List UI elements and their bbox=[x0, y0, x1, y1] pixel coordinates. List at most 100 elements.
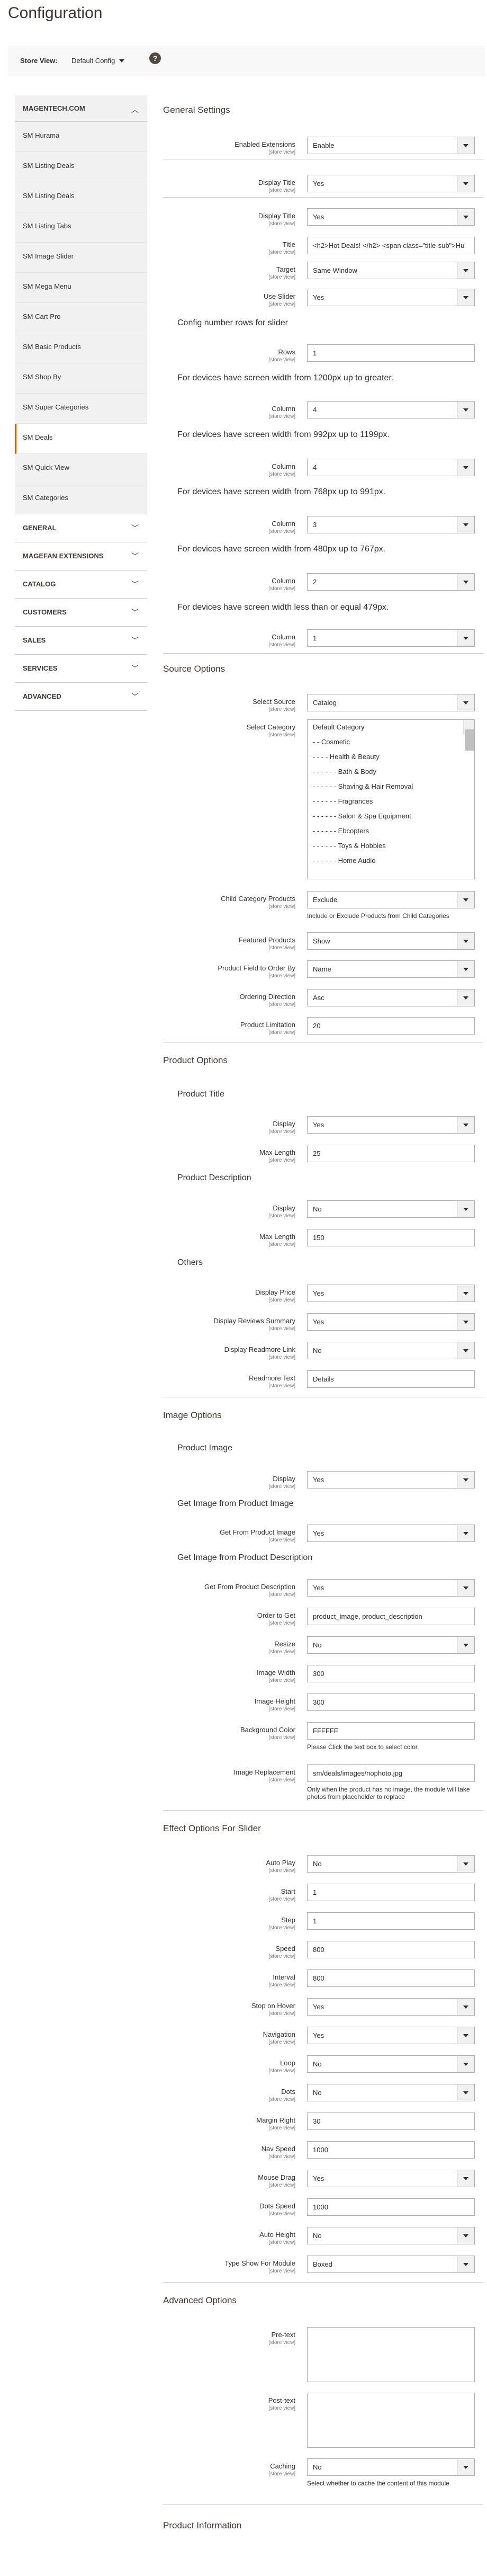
input-start[interactable]: 1 bbox=[307, 1884, 475, 1901]
select-featured[interactable]: Show bbox=[307, 932, 475, 950]
input-image_height[interactable]: 300 bbox=[307, 1693, 475, 1711]
category-option[interactable]: - - - - - - Fragrances bbox=[308, 794, 474, 809]
category-option[interactable]: - - - - Health & Beauty bbox=[308, 750, 474, 764]
scrollbar-thumb[interactable] bbox=[465, 729, 474, 751]
sidebar-tab-services[interactable]: SERVICES ﹀ bbox=[15, 655, 147, 683]
category-option[interactable]: - - - - - - Toys & Hobbies bbox=[308, 839, 474, 853]
select-category-list[interactable]: Default Category - - Cosmetic - - - - Heal… bbox=[307, 719, 475, 879]
sidebar-tab-general[interactable]: GENERAL ﹀ bbox=[15, 514, 147, 542]
select-stop_hover[interactable]: Yes bbox=[307, 1998, 475, 2016]
textarea-pretext[interactable] bbox=[307, 2327, 475, 2382]
select-display_title2[interactable]: Yes bbox=[307, 208, 475, 226]
category-option[interactable]: - - - - - - Home Audio bbox=[308, 853, 474, 868]
select-type_show[interactable]: Boxed bbox=[307, 2256, 475, 2273]
select-pd_display[interactable]: No bbox=[307, 1200, 475, 1218]
category-option[interactable]: - - - - - - Bath & Body bbox=[308, 764, 474, 779]
category-option[interactable]: - - - - - - Shaving & Hair Removal bbox=[308, 779, 474, 794]
scope-hint: [store view] bbox=[268, 2154, 295, 2160]
select-col1200[interactable]: 4 bbox=[307, 401, 475, 418]
select-use_slider[interactable]: Yes bbox=[307, 289, 475, 306]
select-loop[interactable]: No bbox=[307, 2055, 475, 2073]
scope-switcher[interactable]: Default Config bbox=[71, 57, 115, 65]
field-label-text: Max Length bbox=[259, 1148, 295, 1156]
category-option[interactable]: Default Category bbox=[308, 720, 474, 735]
select-display_readmore[interactable]: No bbox=[307, 1342, 475, 1359]
sidebar-tab-magentech[interactable]: MAGENTECH.COM ︿ bbox=[15, 95, 147, 122]
sidebar-item[interactable]: SM Hurama bbox=[15, 122, 147, 152]
select-navigation[interactable]: Yes bbox=[307, 2027, 475, 2044]
sidebar-tab-catalog[interactable]: CATALOG ﹀ bbox=[15, 571, 147, 599]
sidebar-item[interactable]: SM Shop By bbox=[15, 363, 147, 394]
select-col768[interactable]: 3 bbox=[307, 516, 475, 533]
select-col992[interactable]: 4 bbox=[307, 459, 475, 476]
input-order_to_get[interactable]: product_image, product_description bbox=[307, 1608, 475, 1625]
select-get_product_desc[interactable]: Yes bbox=[307, 1579, 475, 1597]
select-get_product_image[interactable]: Yes bbox=[307, 1525, 475, 1542]
field-note: Please Click the text box to select colo… bbox=[307, 1743, 419, 1751]
category-option[interactable]: - - - - - - Salon & Spa Equipment bbox=[308, 809, 474, 824]
sidebar-item-active[interactable]: SM Deals bbox=[15, 424, 147, 454]
sidebar-item[interactable]: SM Cart Pro bbox=[15, 303, 147, 333]
select-caching[interactable]: No bbox=[307, 2458, 475, 2476]
select-target[interactable]: Same Window bbox=[307, 262, 475, 279]
input-title[interactable]: <h2>Hot Deals! </h2> <span class="title-… bbox=[307, 237, 475, 254]
field-label: Image Replacement [store view] bbox=[163, 1768, 295, 1783]
help-icon[interactable]: ? bbox=[149, 52, 161, 64]
input-nav_speed[interactable]: 1000 bbox=[307, 2141, 475, 2159]
sidebar-item[interactable]: SM Categories bbox=[15, 484, 147, 514]
select-child_category[interactable]: Exclude bbox=[307, 891, 475, 908]
select-pi_display[interactable]: Yes bbox=[307, 1471, 475, 1488]
input-rows[interactable]: 1 bbox=[307, 344, 475, 362]
input-background_color[interactable]: FFFFFF bbox=[307, 1722, 475, 1740]
select-col479[interactable]: 1 bbox=[307, 629, 475, 647]
select-select_source[interactable]: Catalog bbox=[307, 694, 475, 711]
sidebar-tab-advanced[interactable]: ADVANCED ﹀ bbox=[15, 683, 147, 711]
sidebar-item[interactable]: SM Listing Deals bbox=[15, 152, 147, 182]
input-image_width[interactable]: 300 bbox=[307, 1665, 475, 1682]
sidebar-tab-customers[interactable]: CUSTOMERS ﹀ bbox=[15, 599, 147, 627]
subgroup-title: Config number rows for slider bbox=[177, 318, 288, 327]
scrollbar[interactable] bbox=[463, 720, 474, 751]
sidebar-item[interactable]: SM Basic Products bbox=[15, 333, 147, 363]
input-pt_max[interactable]: 25 bbox=[307, 1145, 475, 1162]
sidebar-item[interactable]: SM Listing Deals bbox=[15, 182, 147, 212]
sidebar-item[interactable]: SM Listing Tabs bbox=[15, 212, 147, 243]
input-interval[interactable]: 800 bbox=[307, 1969, 475, 1987]
select-mouse_drag[interactable]: Yes bbox=[307, 2170, 475, 2187]
category-option[interactable]: - - Cosmetic bbox=[308, 735, 474, 750]
category-option[interactable]: - - - - - - Ebcopters bbox=[308, 824, 474, 839]
subgroup-title: For devices have screen width from 992px… bbox=[177, 430, 390, 439]
select-display_reviews[interactable]: Yes bbox=[307, 1313, 475, 1331]
select-pt_display[interactable]: Yes bbox=[307, 1116, 475, 1134]
select-col480[interactable]: 2 bbox=[307, 573, 475, 591]
select-ordering_direction[interactable]: Asc bbox=[307, 989, 475, 1006]
sidebar-tab-sales[interactable]: SALES ﹀ bbox=[15, 627, 147, 655]
input-pd_max[interactable]: 150 bbox=[307, 1229, 475, 1246]
input-margin_right[interactable]: 30 bbox=[307, 2113, 475, 2130]
field-label-text: Rows bbox=[278, 348, 295, 356]
select-auto_play[interactable]: No bbox=[307, 1855, 475, 1873]
select-display_price[interactable]: Yes bbox=[307, 1285, 475, 1302]
sidebar-tab-magefan[interactable]: MAGEFAN EXTENSIONS ﹀ bbox=[15, 542, 147, 571]
chevron-down-icon[interactable] bbox=[119, 59, 124, 63]
input-dots_speed[interactable]: 1000 bbox=[307, 2198, 475, 2216]
chevron-down-icon bbox=[463, 996, 468, 1000]
input-step[interactable]: 1 bbox=[307, 1912, 475, 1930]
select-dots[interactable]: No bbox=[307, 2084, 475, 2101]
input-readmore_text[interactable]: Details bbox=[307, 1370, 475, 1388]
select-value: Exclude bbox=[313, 896, 338, 904]
select-enabled[interactable]: Enable bbox=[307, 137, 475, 154]
sidebar-item[interactable]: SM Image Slider bbox=[15, 243, 147, 273]
select-auto_height[interactable]: No bbox=[307, 2227, 475, 2244]
sidebar-item[interactable]: SM Super Categories bbox=[15, 394, 147, 424]
input-speed[interactable]: 800 bbox=[307, 1941, 475, 1958]
input-image_replacement[interactable]: sm/deals/images/nophoto.jpg bbox=[307, 1764, 475, 1782]
chevron-down-icon bbox=[463, 701, 468, 705]
sidebar-item[interactable]: SM Quick View bbox=[15, 454, 147, 484]
sidebar-item[interactable]: SM Mega Menu bbox=[15, 273, 147, 303]
textarea-posttext[interactable] bbox=[307, 2393, 475, 2448]
input-limitation[interactable]: 20 bbox=[307, 1017, 475, 1035]
select-order_by[interactable]: Name bbox=[307, 960, 475, 978]
select-resize[interactable]: No bbox=[307, 1636, 475, 1654]
select-display_title1[interactable]: Yes bbox=[307, 175, 475, 192]
